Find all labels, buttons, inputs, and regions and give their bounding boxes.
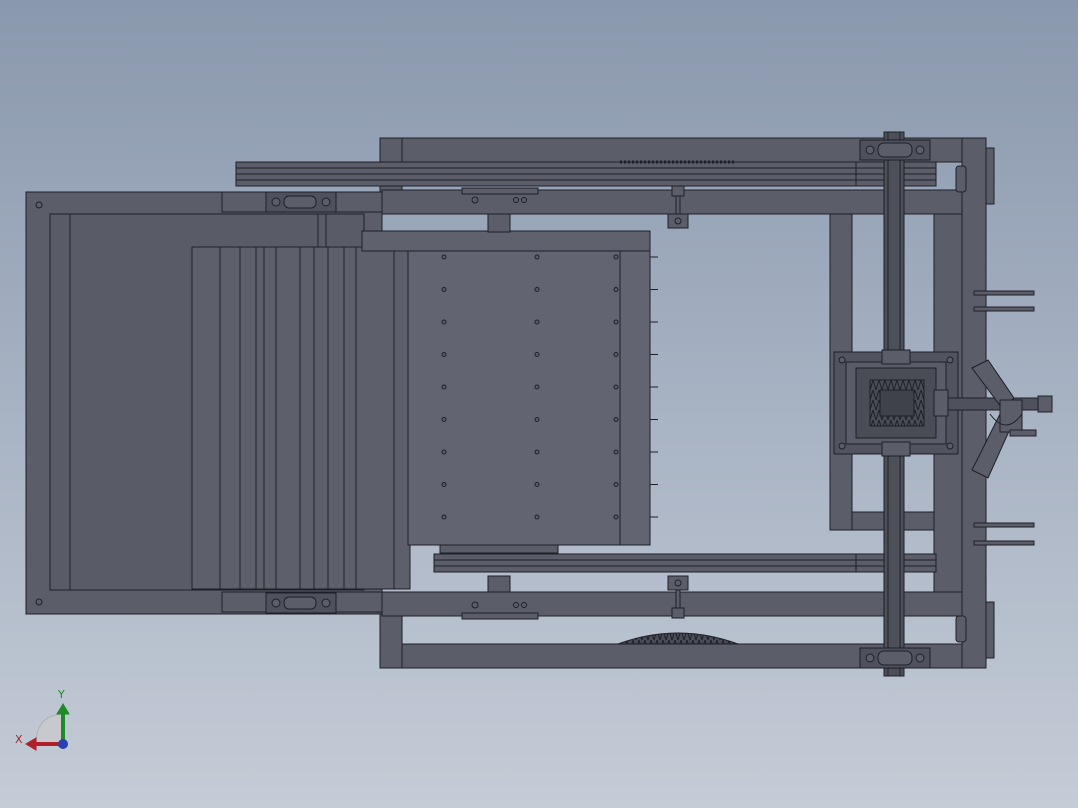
triad-plane <box>35 713 63 745</box>
hopper-bolt <box>35 201 43 209</box>
z-axis-dot <box>58 739 68 749</box>
slatted-sieve[interactable] <box>191 246 411 590</box>
pillow-block-top-right[interactable] <box>859 139 931 161</box>
drum-bolt <box>534 319 540 325</box>
drum-bolt <box>534 482 540 487</box>
drum-bolt <box>534 417 540 422</box>
drum-bolt <box>441 384 447 390</box>
drum-bolt <box>441 417 447 422</box>
drum-bolt <box>534 254 540 260</box>
graphics-viewport[interactable]: Y X <box>0 0 1078 808</box>
pillow-block-bottom-right[interactable] <box>859 647 931 669</box>
top-belt[interactable] <box>235 160 937 187</box>
pillow-block-top-left[interactable] <box>265 191 337 213</box>
drum-bolt <box>441 319 447 325</box>
drum-bolt <box>613 287 619 292</box>
drum-bolt <box>613 417 619 422</box>
drum-bolt <box>441 514 447 520</box>
drum-bolt <box>613 254 619 260</box>
axis-triad <box>25 703 70 751</box>
drum-bolt <box>613 514 619 520</box>
drum-bolt <box>441 449 447 455</box>
drum-bolt <box>441 287 447 292</box>
drum-bolt <box>441 254 447 260</box>
drum-bolt <box>613 449 619 455</box>
drum-bolt <box>534 384 540 390</box>
drum-bolt <box>441 482 447 487</box>
x-axis-label: X <box>15 733 23 746</box>
drum-bolt <box>534 514 540 520</box>
drum-bolt <box>613 384 619 390</box>
frame-right-lug-bottom[interactable] <box>985 601 995 659</box>
hopper-bolt <box>35 598 43 606</box>
drum-bolt <box>534 352 540 357</box>
drum-bolt <box>613 482 619 487</box>
frame-right-lug-top[interactable] <box>985 147 995 205</box>
y-axis-arrowhead <box>56 703 70 715</box>
pillow-block-bottom-left[interactable] <box>265 592 337 614</box>
drum-bolt <box>613 319 619 325</box>
drum-bolt <box>534 287 540 292</box>
cad-model-view[interactable] <box>0 0 1078 808</box>
x-axis-arrowhead <box>25 737 37 751</box>
bottom-belt[interactable] <box>433 553 937 573</box>
bottom-bevel-gear[interactable] <box>617 632 739 645</box>
bevel-gearbox[interactable] <box>833 349 959 457</box>
drum-bolt <box>534 449 540 455</box>
y-axis-label: Y <box>58 688 65 701</box>
drum-bolt <box>441 352 447 357</box>
drum-bolt <box>613 352 619 357</box>
